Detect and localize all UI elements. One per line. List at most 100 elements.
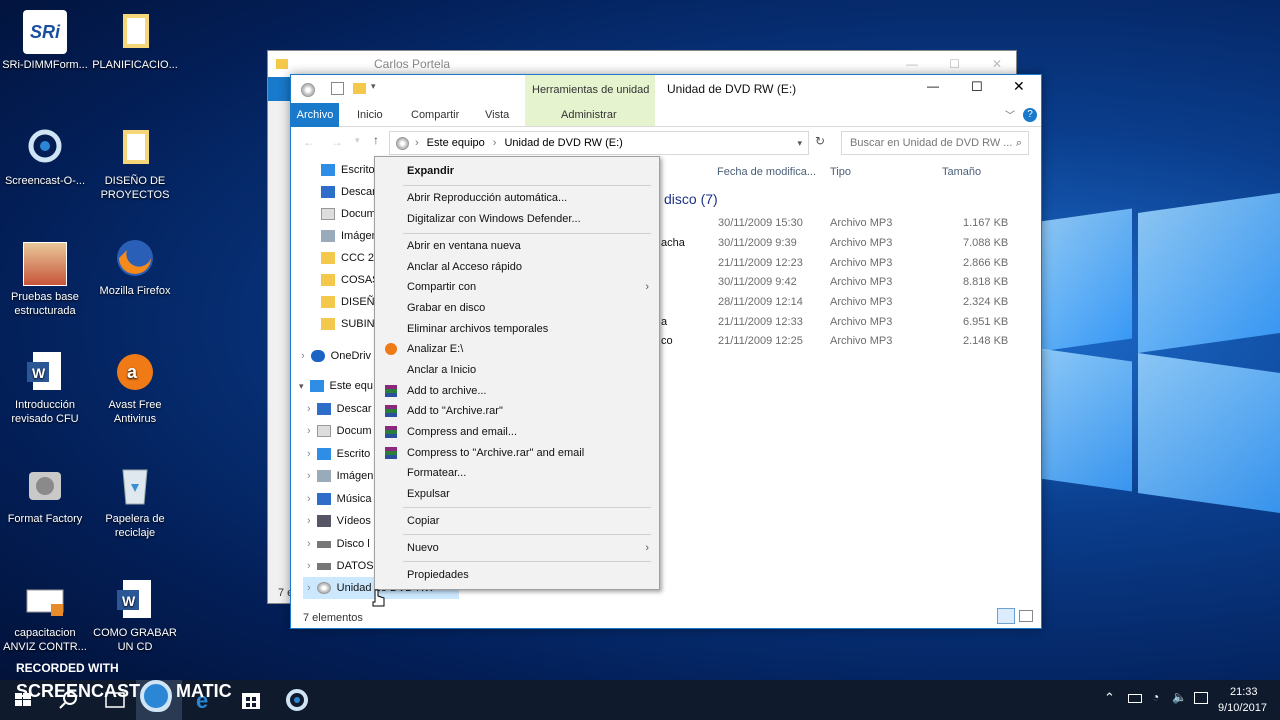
nav-item[interactable]: › Vídeos xyxy=(307,510,371,532)
column-header-size[interactable]: Tamaño xyxy=(942,161,981,183)
chevron-right-icon: › xyxy=(301,350,305,362)
menu-item-compress-email[interactable]: Compress and email... xyxy=(375,422,659,442)
menu-item-acceso-rapido[interactable]: Anclar al Acceso rápido xyxy=(375,257,659,277)
tab-vista[interactable]: Vista xyxy=(485,103,509,127)
nav-item[interactable]: › Descar xyxy=(307,398,372,420)
chevron-down-icon[interactable]: ▾ xyxy=(797,138,802,149)
tab-archivo[interactable]: Archivo xyxy=(291,103,339,127)
column-header-date[interactable]: Fecha de modifica... xyxy=(717,161,816,183)
desktop-icon-planificacion[interactable]: PLANIFICACIO... xyxy=(90,10,180,72)
close-button[interactable]: ✕ xyxy=(1013,78,1025,95)
maximize-button[interactable]: ☐ xyxy=(971,79,983,95)
close-button[interactable]: ✕ xyxy=(992,57,1002,71)
properties-icon[interactable] xyxy=(331,82,344,95)
nav-item[interactable]: CCC 20 xyxy=(321,247,380,269)
network-icon[interactable]: ◔ xyxy=(1152,690,1159,704)
help-icon[interactable]: ? xyxy=(1023,108,1037,122)
desktop-icon-avast[interactable]: a Avast Free Antivirus xyxy=(90,350,180,426)
menu-item-compress-rar-email[interactable]: Compress to "Archive.rar" and email xyxy=(375,443,659,463)
menu-item-copiar[interactable]: Copiar xyxy=(375,511,659,531)
refresh-icon[interactable]: ↻ xyxy=(815,134,825,148)
menu-item-propiedades[interactable]: Propiedades xyxy=(375,565,659,585)
menu-item-grabar-disco[interactable]: Grabar en disco xyxy=(375,298,659,318)
new-folder-icon[interactable] xyxy=(353,83,366,94)
breadcrumb-este-equipo[interactable]: Este equipo xyxy=(427,137,485,149)
forward-arrow-icon[interactable]: → xyxy=(331,135,343,149)
chevron-down-icon[interactable]: ﹀ xyxy=(1005,107,1015,122)
address-bar[interactable]: › Este equipo › Unidad de DVD RW (E:) ▾ xyxy=(389,131,809,155)
desktop-icon-capacitacion[interactable]: capacitacion ANVIZ CONTR... xyxy=(0,578,90,654)
nav-item[interactable]: COSAS xyxy=(321,269,380,291)
breadcrumb-dvd-drive[interactable]: Unidad de DVD RW (E:) xyxy=(504,137,622,149)
desktop-icon-format-factory[interactable]: Format Factory xyxy=(0,464,90,526)
chevron-right-icon: › xyxy=(307,582,311,594)
clock-time[interactable]: 21:33 xyxy=(1230,686,1258,698)
nav-item[interactable]: › Música xyxy=(307,488,372,510)
minimize-button[interactable]: — xyxy=(906,57,918,71)
nav-item[interactable]: › Disco l xyxy=(307,533,370,555)
clock-date[interactable]: 9/10/2017 xyxy=(1218,702,1267,714)
chevron-down-icon[interactable]: ▾ xyxy=(355,135,360,146)
search-icon: ⌕ xyxy=(1015,137,1022,149)
nav-item[interactable]: Imágen xyxy=(321,225,378,247)
desktop-icon-sri[interactable]: SRi SRi-DIMMForm... xyxy=(0,10,90,72)
taskbar-screencast-2[interactable] xyxy=(274,680,320,720)
menu-item-compartir-con[interactable]: Compartir con › xyxy=(375,277,659,297)
nav-item[interactable]: SUBINS xyxy=(321,313,382,335)
nav-item[interactable]: › DATOS xyxy=(307,555,374,577)
desktop-icon-diseno[interactable]: DISEÑO DE PROYECTOS xyxy=(90,126,180,202)
menu-item-reproduccion-automatica[interactable]: Abrir Reproducción automática... xyxy=(375,188,659,208)
desktop-icon-recycle-bin[interactable]: Papelera de reciclaje xyxy=(90,464,180,540)
menu-item-add-to-archive-rar[interactable]: Add to "Archive.rar" xyxy=(375,401,659,421)
tab-administrar[interactable]: Administrar xyxy=(561,103,617,127)
menu-item-expandir[interactable]: Expandir xyxy=(375,161,659,181)
column-header-type[interactable]: Tipo xyxy=(830,161,851,183)
battery-icon[interactable] xyxy=(1128,694,1142,703)
menu-item-anclar-inicio[interactable]: Anclar a Inicio xyxy=(375,360,659,380)
group-header[interactable]: l disco (7) xyxy=(657,191,718,207)
menu-item-eliminar-temporales[interactable]: Eliminar archivos temporales xyxy=(375,319,659,339)
desktop-icon-screencast[interactable]: Screencast-O-... xyxy=(0,126,90,188)
desktop-icon-firefox[interactable]: Mozilla Firefox xyxy=(90,236,180,298)
chevron-down-icon[interactable]: ▾ xyxy=(371,81,376,92)
nav-item[interactable]: › Imágen xyxy=(307,465,373,487)
nav-item[interactable]: › Docum xyxy=(307,420,372,442)
tab-inicio[interactable]: Inicio xyxy=(357,103,383,127)
menu-item-formatear[interactable]: Formatear... xyxy=(375,463,659,483)
search-input[interactable]: Buscar en Unidad de DVD RW ... ⌕ xyxy=(841,131,1029,155)
context-menu[interactable]: Expandir Abrir Reproducción automática..… xyxy=(374,156,660,590)
nav-item[interactable]: DISEÑ xyxy=(321,291,375,313)
menu-item-nuevo[interactable]: Nuevo › xyxy=(375,538,659,558)
desktop-icon-como-grabar[interactable]: W COMO GRABAR UN CD xyxy=(90,578,180,654)
menu-item-windows-defender[interactable]: Digitalizar con Windows Defender... xyxy=(375,209,659,229)
menu-item-ventana-nueva[interactable]: Abrir en ventana nueva xyxy=(375,236,659,256)
menu-item-expulsar[interactable]: Expulsar xyxy=(375,484,659,504)
nav-item[interactable]: Descar xyxy=(321,181,376,203)
winrar-icon xyxy=(385,405,397,417)
menu-item-add-to-archive[interactable]: Add to archive... xyxy=(375,381,659,401)
details-view-icon[interactable] xyxy=(997,608,1015,624)
nav-item-label: Disco l xyxy=(336,538,370,550)
desktop-icon-pruebas[interactable]: Pruebas base estructurada xyxy=(0,242,90,318)
file-size-cell: 2.148 KB xyxy=(963,335,1009,347)
back-arrow-icon[interactable]: ← xyxy=(303,135,315,149)
up-arrow-icon[interactable]: ↑ xyxy=(373,133,379,147)
large-icons-view-icon[interactable] xyxy=(1019,610,1033,622)
nav-item[interactable]: › Escrito xyxy=(307,443,370,465)
menu-item-analizar[interactable]: Analizar E:\ xyxy=(375,339,659,359)
nav-item[interactable]: Escrito xyxy=(321,159,375,181)
volume-icon[interactable]: 🔈 xyxy=(1172,690,1187,704)
file-date-cell: 30/11/2009 9:42 xyxy=(718,276,797,288)
show-hidden-icons[interactable]: ⌃ xyxy=(1104,690,1115,706)
notifications-icon[interactable] xyxy=(1194,692,1208,704)
minimize-button[interactable]: — xyxy=(927,79,939,93)
onedrive-icon xyxy=(310,350,325,363)
taskbar-store[interactable] xyxy=(228,680,274,720)
nav-item-onedrive[interactable]: › OneDriv xyxy=(301,345,371,367)
svg-text:W: W xyxy=(32,365,46,381)
desktop-icon-introduccion[interactable]: W Introducción revisado CFU xyxy=(0,350,90,426)
nav-item[interactable]: Docum xyxy=(321,203,376,225)
nav-item-este-equipo[interactable]: ▾ Este equ xyxy=(299,375,373,397)
tab-compartir[interactable]: Compartir xyxy=(411,103,459,127)
maximize-button[interactable]: ☐ xyxy=(949,57,960,71)
